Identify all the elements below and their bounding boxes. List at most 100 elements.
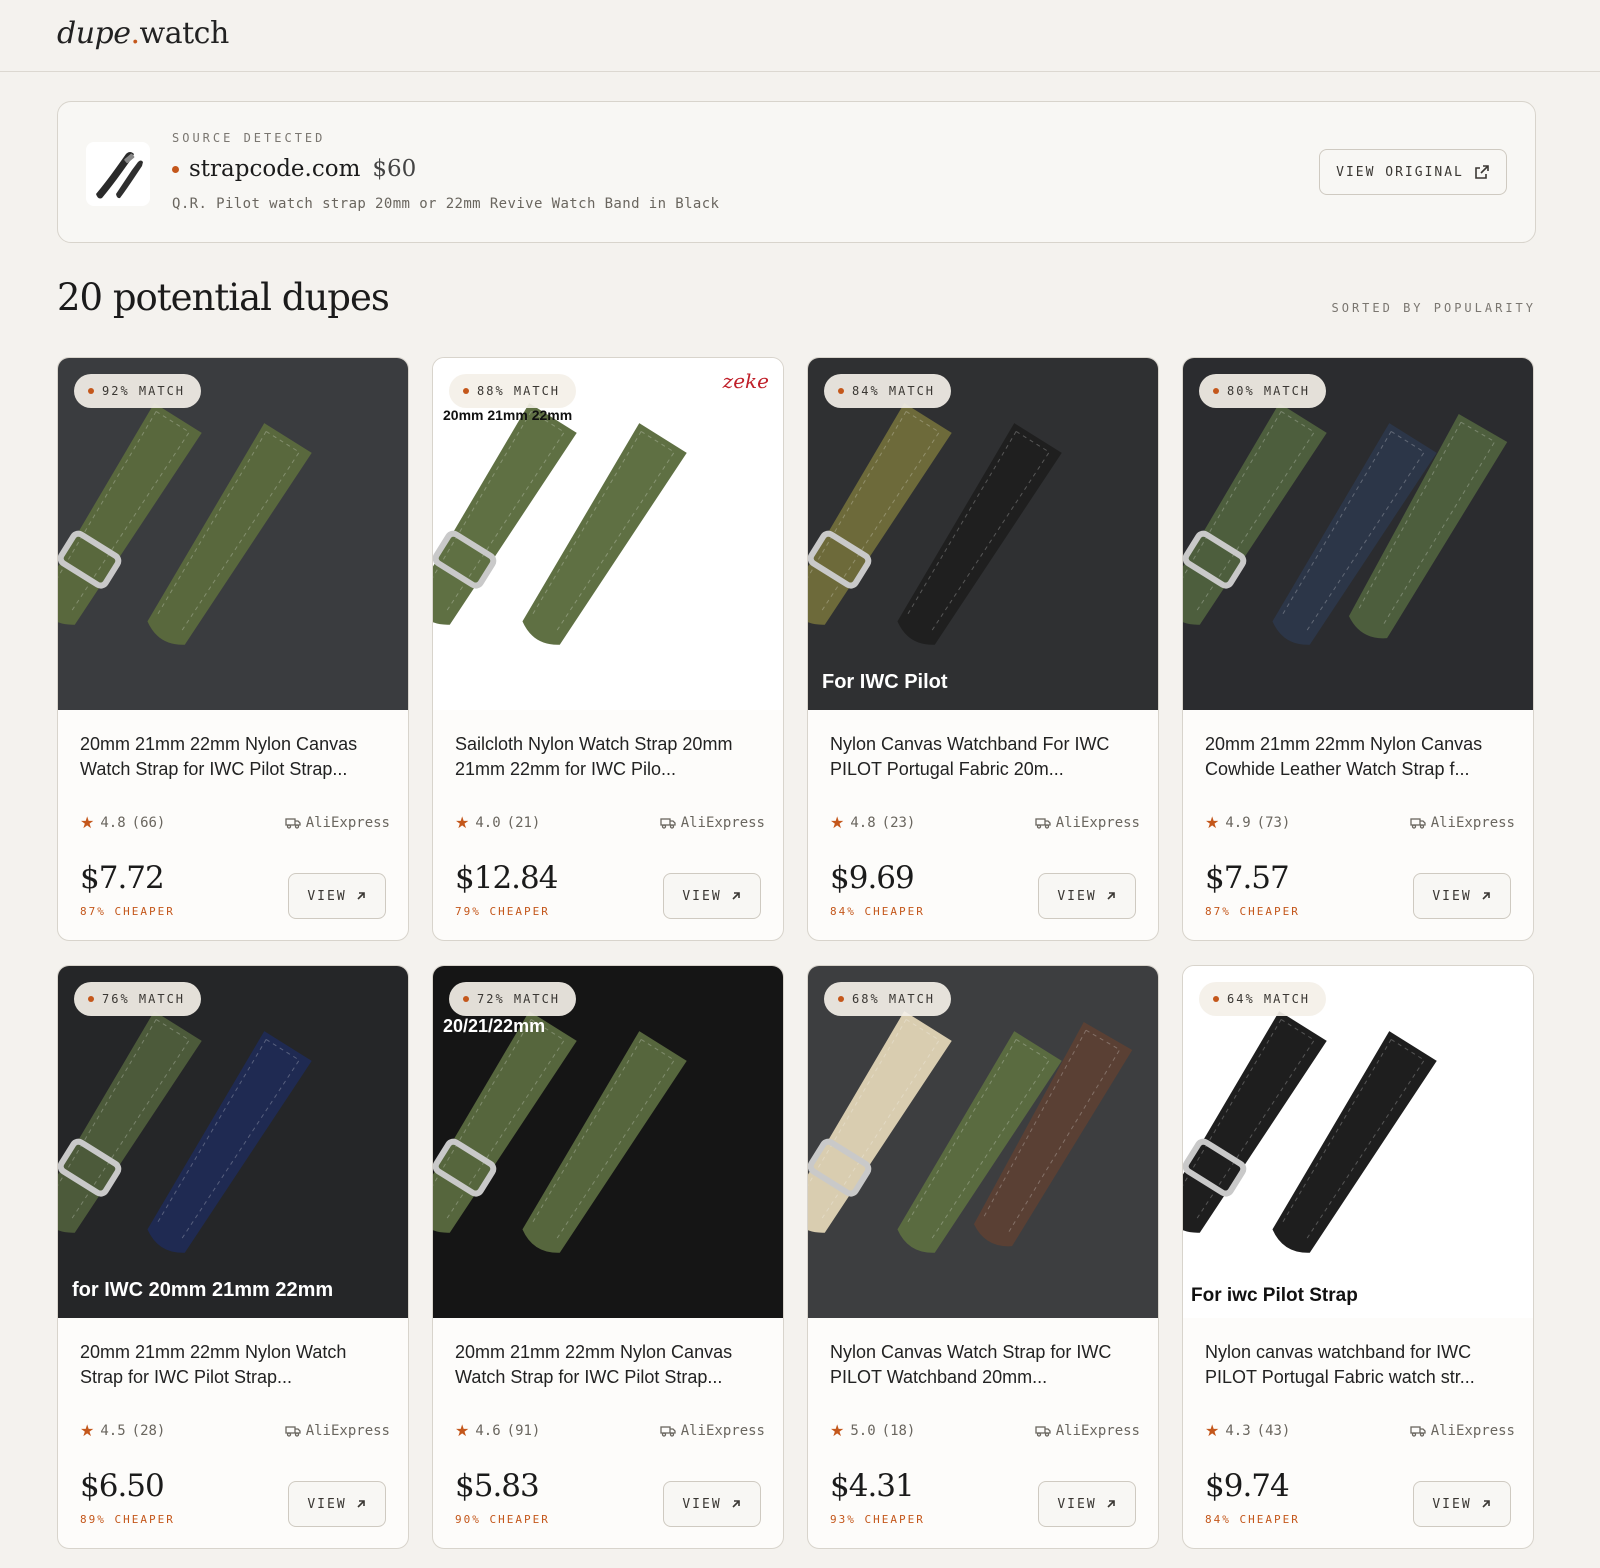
star-icon: ★ (830, 813, 845, 832)
product-title[interactable]: Sailcloth Nylon Watch Strap 20mm 21mm 22… (455, 732, 765, 782)
view-button[interactable]: VIEW (288, 1481, 386, 1527)
arrow-up-right-icon (1482, 1500, 1490, 1508)
review-count: (18) (881, 1422, 916, 1439)
view-button[interactable]: VIEW (288, 873, 386, 919)
view-button[interactable]: VIEW (1413, 873, 1511, 919)
view-button[interactable]: VIEW (1413, 1481, 1511, 1527)
source-description: Q.R. Pilot watch strap 20mm or 22mm Revi… (172, 196, 720, 212)
view-button[interactable]: VIEW (663, 873, 761, 919)
source-thumbnail (86, 142, 150, 206)
image-caption: For IWC Pilot (822, 671, 948, 693)
product-image[interactable]: 20mm 21mm 22mm zeke (433, 358, 783, 710)
store: AliExpress (1035, 815, 1140, 831)
delivery-icon (285, 817, 301, 829)
match-label: 76% MATCH (102, 992, 186, 1006)
delivery-icon (1410, 1425, 1426, 1437)
product-title[interactable]: Nylon Canvas Watch Strap for IWC PILOT W… (830, 1340, 1140, 1390)
delivery-icon (660, 1425, 676, 1437)
product-card[interactable]: 68% MATCH Nylon Canvas Watch Strap for I… (807, 965, 1159, 1549)
product-image[interactable]: for IWC 20mm 21mm 22mm (58, 966, 408, 1318)
product-title[interactable]: Nylon Canvas Watchband For IWC PILOT Por… (830, 732, 1140, 782)
product-card[interactable]: 92% MATCH 20mm 21mm 22mm Nylon Canvas Wa… (57, 357, 409, 941)
savings-label: 84% CHEAPER (1205, 1513, 1300, 1526)
product-meta: ★ 4.6 (91) AliExpress (455, 1421, 765, 1440)
product-title[interactable]: 20mm 21mm 22mm Nylon Canvas Watch Strap … (80, 732, 390, 782)
product-title[interactable]: Nylon canvas watchband for IWC PILOT Por… (1205, 1340, 1515, 1390)
results-heading: 20 potential dupes (57, 276, 390, 319)
product-card[interactable]: For iwc Pilot Strap 64% MATCH Nylon canv… (1182, 965, 1534, 1549)
match-label: 68% MATCH (852, 992, 936, 1006)
savings-label: 87% CHEAPER (1205, 905, 1300, 918)
savings-label: 87% CHEAPER (80, 905, 175, 918)
arrow-up-right-icon (357, 1500, 365, 1508)
match-dot (463, 996, 469, 1002)
product-title[interactable]: 20mm 21mm 22mm Nylon Canvas Cowhide Leat… (1205, 732, 1515, 782)
delivery-icon (660, 817, 676, 829)
product-meta: ★ 4.8 (66) AliExpress (80, 813, 390, 832)
rating: ★ 4.8 (23) (830, 813, 915, 832)
rating-value: 4.8 (100, 814, 126, 831)
match-badge: 88% MATCH (449, 374, 577, 408)
review-count: (28) (131, 1422, 166, 1439)
sort-label[interactable]: SORTED BY POPULARITY (1332, 301, 1537, 315)
product-image[interactable]: For IWC Pilot (808, 358, 1158, 710)
store-name: AliExpress (1430, 814, 1515, 831)
product-card[interactable]: 80% MATCH 20mm 21mm 22mm Nylon Canvas Co… (1182, 357, 1534, 941)
rating: ★ 5.0 (18) (830, 1421, 915, 1440)
rating: ★ 4.8 (66) (80, 813, 165, 832)
product-meta: ★ 4.5 (28) AliExpress (80, 1421, 390, 1440)
source-card: SOURCE DETECTED strapcode.com $60 Q.R. P… (57, 101, 1536, 243)
view-original-button[interactable]: VIEW ORIGINAL (1319, 149, 1507, 195)
product-image[interactable] (1183, 358, 1533, 710)
review-count: (73) (1256, 814, 1291, 831)
source-domain: strapcode.com (189, 156, 361, 182)
delivery-icon (1410, 817, 1426, 829)
rating: ★ 4.3 (43) (1205, 1421, 1290, 1440)
product-image[interactable]: 20/21/22mm (433, 966, 783, 1318)
review-count: (43) (1256, 1422, 1291, 1439)
delivery-icon (285, 1425, 301, 1437)
results-grid: 92% MATCH 20mm 21mm 22mm Nylon Canvas Wa… (57, 357, 1536, 1549)
match-dot (838, 996, 844, 1002)
view-button[interactable]: VIEW (1038, 1481, 1136, 1527)
match-label: 92% MATCH (102, 384, 186, 398)
delivery-icon (1035, 817, 1051, 829)
view-button-label: VIEW (307, 1496, 347, 1512)
store-name: AliExpress (1055, 1422, 1140, 1439)
product-price: $7.72 (80, 860, 165, 896)
delivery-icon (1035, 1425, 1051, 1437)
product-price: $9.69 (830, 860, 915, 896)
match-dot (1213, 388, 1219, 394)
product-card[interactable]: 20mm 21mm 22mm zeke 88% MATCH Sailcloth N… (432, 357, 784, 941)
product-card[interactable]: for IWC 20mm 21mm 22mm 76% MATCH 20mm 21… (57, 965, 409, 1549)
view-original-label: VIEW ORIGINAL (1336, 164, 1464, 180)
product-meta: ★ 4.3 (43) AliExpress (1205, 1421, 1515, 1440)
review-count: (66) (131, 814, 166, 831)
star-icon: ★ (455, 813, 470, 832)
product-title[interactable]: 20mm 21mm 22mm Nylon Watch Strap for IWC… (80, 1340, 390, 1390)
product-title[interactable]: 20mm 21mm 22mm Nylon Canvas Watch Strap … (455, 1340, 765, 1390)
star-icon: ★ (1205, 813, 1220, 832)
source-dot (172, 165, 179, 173)
savings-label: 84% CHEAPER (830, 905, 925, 918)
view-button-label: VIEW (682, 1496, 722, 1512)
product-image[interactable] (808, 966, 1158, 1318)
logo[interactable]: dupe.watch (57, 16, 229, 51)
product-price: $5.83 (455, 1468, 540, 1504)
view-button-label: VIEW (1432, 1496, 1472, 1512)
source-price: $60 (372, 156, 417, 182)
view-button[interactable]: VIEW (663, 1481, 761, 1527)
rating: ★ 4.6 (91) (455, 1421, 540, 1440)
product-price: $6.50 (80, 1468, 165, 1504)
view-button[interactable]: VIEW (1038, 873, 1136, 919)
product-card[interactable]: For IWC Pilot 84% MATCH Nylon Canvas Wat… (807, 357, 1159, 941)
product-price: $4.31 (830, 1468, 915, 1504)
store-name: AliExpress (680, 1422, 765, 1439)
star-icon: ★ (1205, 1421, 1220, 1440)
product-image[interactable] (58, 358, 408, 710)
match-dot (88, 996, 94, 1002)
view-button-label: VIEW (1057, 1496, 1097, 1512)
product-card[interactable]: 20/21/22mm 72% MATCH 20mm 21mm 22mm Nylo… (432, 965, 784, 1549)
product-image[interactable]: For iwc Pilot Strap (1183, 966, 1533, 1318)
product-meta: ★ 4.9 (73) AliExpress (1205, 813, 1515, 832)
